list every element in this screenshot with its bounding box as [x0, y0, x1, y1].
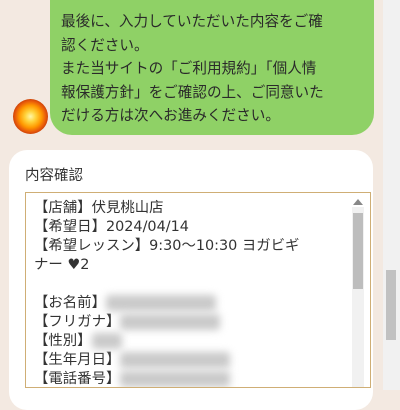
birthday-label: 【生年月日】	[34, 352, 121, 368]
message-line: 最後に、入力していただいた内容をご確	[61, 13, 323, 30]
message-line: 報保護方針」をご確認の上、ご同意いた	[61, 83, 324, 101]
gender-line: 【性別】	[34, 332, 344, 351]
lesson-line-cont: ナー ♥2	[34, 257, 90, 273]
lesson-line: 【希望レッスン】9:30〜10:30 ヨガビギ	[34, 238, 300, 254]
textarea-scrollbar[interactable]	[352, 199, 364, 387]
page-scroll-thumb[interactable]	[386, 270, 396, 340]
furigana-line: 【フリガナ】	[34, 313, 344, 332]
redacted-value	[120, 352, 231, 368]
textarea-scroll-thumb[interactable]	[353, 213, 363, 289]
furigana-label: 【フリガナ】	[34, 314, 121, 330]
phone-label: 【電話番号】	[34, 371, 121, 387]
bot-avatar	[13, 99, 48, 134]
chat-message-bubble: 最後に、入力していただいた内容をご確 認ください。 また当サイトの「ご利用規約」…	[50, 0, 374, 135]
store-line: 【店舗】伏見桃山店	[34, 200, 164, 216]
date-line: 【希望日】2024/04/14	[34, 219, 189, 235]
message-line: 認ください。	[61, 36, 149, 54]
scroll-up-arrow-icon[interactable]	[353, 199, 363, 205]
card-label: 内容確認	[25, 168, 83, 184]
message-line: また当サイトの「ご利用規約」「個人情	[61, 60, 317, 77]
confirmation-textarea[interactable]: 【店舗】伏見桃山店 【希望日】2024/04/14 【希望レッスン】9:30〜1…	[25, 192, 371, 388]
phone-line: 【電話番号】	[34, 370, 344, 387]
redacted-value	[120, 371, 231, 387]
redacted-value	[120, 314, 221, 330]
message-line: だける方は次へお進みください。	[61, 107, 280, 124]
confirmation-card: 内容確認 【店舗】伏見桃山店 【希望日】2024/04/14 【希望レッスン】9…	[9, 150, 373, 410]
name-line: 【お名前】	[34, 294, 344, 313]
redacted-value	[105, 295, 216, 311]
name-label: 【お名前】	[34, 295, 106, 311]
gender-label: 【性別】	[34, 333, 92, 349]
redacted-value	[91, 333, 122, 349]
page-scrollbar[interactable]	[383, 0, 400, 390]
birthday-line: 【生年月日】	[34, 351, 344, 370]
